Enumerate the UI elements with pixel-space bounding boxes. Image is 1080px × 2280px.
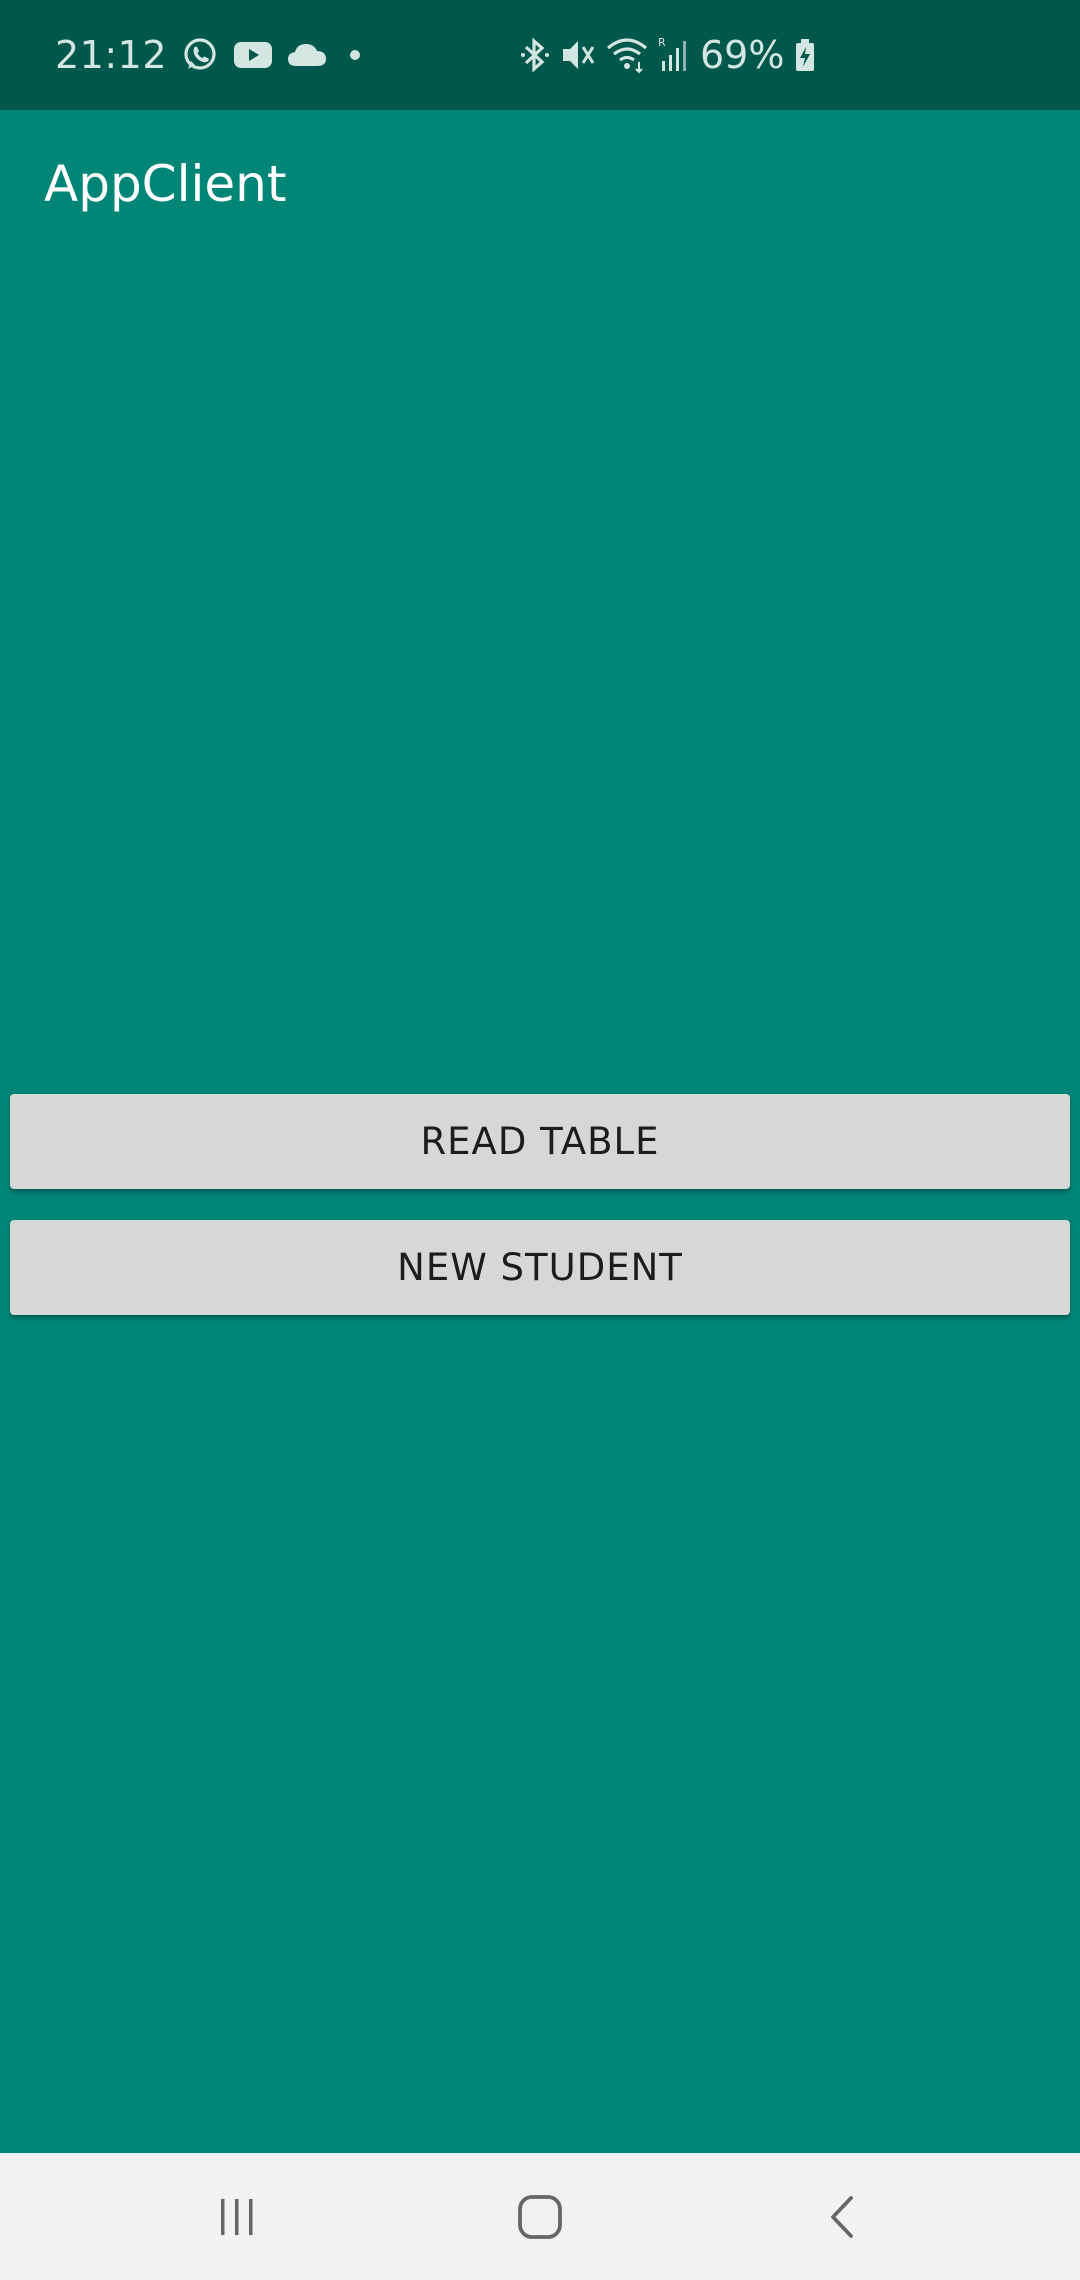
mute-icon	[560, 36, 596, 74]
navigation-bar	[0, 2153, 1080, 2280]
main-content: READ TABLE NEW STUDENT	[0, 257, 1080, 2153]
youtube-icon	[233, 40, 273, 70]
read-table-button[interactable]: READ TABLE	[10, 1094, 1070, 1189]
recent-apps-icon	[215, 2197, 259, 2237]
status-right-group: R 69%	[520, 0, 816, 110]
app-bar: AppClient	[0, 110, 1080, 257]
back-icon	[827, 2194, 857, 2240]
app-title: AppClient	[44, 154, 287, 213]
wifi-icon	[606, 36, 648, 74]
bluetooth-icon	[520, 36, 550, 74]
recent-apps-button[interactable]	[157, 2153, 317, 2280]
status-bar: 21:12 R 69%	[0, 0, 1080, 110]
cloud-icon	[287, 42, 327, 68]
back-button[interactable]	[762, 2153, 922, 2280]
whatsapp-icon	[181, 36, 219, 74]
status-time: 21:12	[55, 33, 168, 77]
dot-icon	[349, 49, 361, 61]
home-icon	[517, 2194, 563, 2240]
home-button[interactable]	[460, 2153, 620, 2280]
status-left-group: 21:12	[55, 0, 361, 110]
battery-percent: 69%	[700, 33, 785, 77]
battery-icon	[794, 38, 816, 72]
signal-icon: R	[658, 35, 690, 75]
new-student-button[interactable]: NEW STUDENT	[10, 1220, 1070, 1315]
svg-text:R: R	[658, 36, 666, 49]
